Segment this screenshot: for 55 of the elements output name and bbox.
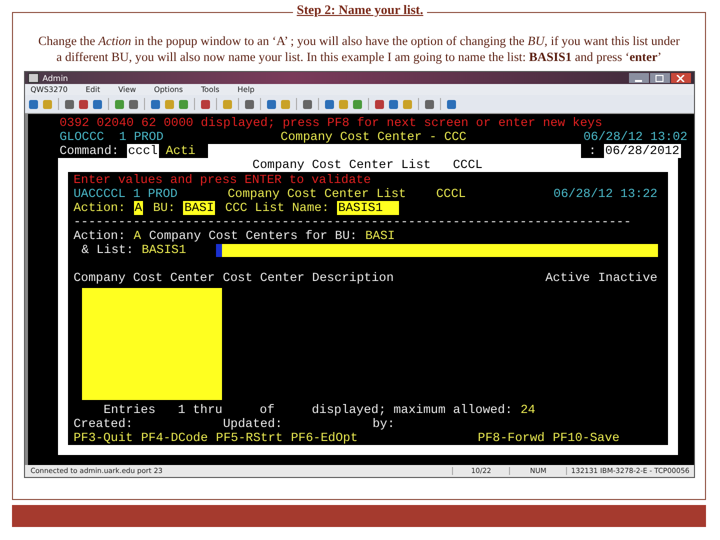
function-key[interactable]: PF8-Forwd [478,431,545,445]
timestamp: 06/28/12 13:02 [583,130,688,144]
app-icon [28,73,38,83]
summary-label: Action: [74,229,126,243]
maximize-icon [655,74,664,82]
heading-code: CCCL [436,187,466,201]
input-field[interactable]: A [134,201,143,215]
program-id: UACCCCL 1 PROD [74,187,178,201]
bu-value: BASI [365,229,395,243]
function-key[interactable]: PF3-Quit [74,431,133,445]
command-overflow-text: Acti [166,144,196,158]
program-id: GLOCCC 1 PROD [60,130,164,144]
command-label: Command: [60,144,119,158]
date-field[interactable]: 06/28/2012 [604,144,680,158]
function-key[interactable]: PF5-RStrt [216,431,283,445]
timestamp: 06/28/12 13:22 [553,187,658,201]
input-field[interactable]: BASIS1 [337,201,400,215]
popup-code: CCCL [452,158,483,172]
field-label: Action: [74,201,126,215]
list-label: & List: [82,243,134,257]
summary-text: Company Cost Centers for BU: [149,229,358,243]
input-field[interactable]: BASI [183,201,216,215]
maximize-button[interactable] [650,73,670,83]
separator-line: --------------------------------------------------------------------------- [74,215,632,229]
field-label: CCC List Name: [225,201,330,215]
window-title: Admin [42,74,68,82]
column-header: Cost Center Description [222,271,394,285]
max-allowed-value: 24 [520,403,536,417]
function-key[interactable]: PF4-DCode [141,431,208,445]
close-icon [676,74,685,82]
audit-label: Created: [74,417,133,431]
column-header: Active [545,271,590,285]
command-field[interactable]: cccl [127,144,159,158]
list-value: BASIS1 [142,243,186,257]
column-header: Inactive [598,271,658,285]
popup-heading: Company Cost Center List [228,187,406,201]
function-key[interactable]: PF6-EdOpt [290,431,358,445]
function-key[interactable]: PF10-Save [552,431,620,445]
entries-text: Entries 1 thru of displayed; maximum allowed: [104,403,512,417]
terminal-message: 0392 02040 62 0000 displayed; press PF8 for next screen or enter new keys [60,116,602,130]
close-button[interactable] [670,73,690,83]
description-field[interactable] [216,244,658,256]
audit-label: by: [372,417,395,431]
cost-center-input-field[interactable] [82,288,222,400]
column-header: Company Cost Center [74,271,215,285]
popup-title: Company Cost Center List [252,158,431,172]
action-value: A [134,229,141,243]
slide-title: Step 2: Name your list. [292,2,428,18]
screen-heading: Company Cost Center - CCC [280,130,466,144]
instructions-text: Change the Action in the popup window to an ‘A’ ; you will also have the option of changing the BU, if you want this list under a different BU, you will also now name your list. In this example I am going to name the list: BASIS1 and press ‘enter’ [37,33,681,65]
minimize-button[interactable] [628,73,648,83]
audit-label: Updated: [223,417,282,431]
validation-message: Enter values and press ENTER to validate [74,173,371,187]
date-label: : [588,144,596,158]
field-label: BU: [153,201,176,215]
